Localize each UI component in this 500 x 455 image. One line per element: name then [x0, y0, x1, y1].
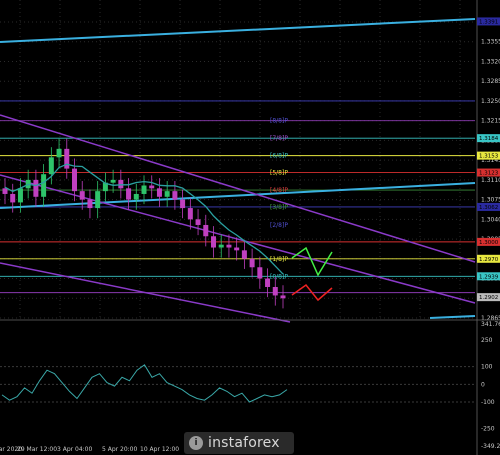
candle-body: [79, 191, 85, 200]
murray-label: [5/8]P: [270, 170, 288, 177]
y-tick-label: 1.3250: [481, 98, 500, 105]
cci-tick-label: 0: [481, 381, 485, 388]
cci-tick-label: -100: [481, 399, 495, 406]
candle-body: [149, 185, 155, 189]
price-label-text: 1.2939: [479, 274, 499, 280]
forecast-arrow-up: [291, 246, 333, 277]
insta-logo-icon: i: [189, 436, 203, 450]
cci-tick-label: 250: [481, 337, 493, 344]
murray-label: [2/8]P: [270, 222, 288, 229]
candle-body: [33, 179, 39, 197]
cci-line: [1, 364, 288, 403]
y-tick-label: 1.3040: [481, 216, 500, 223]
candle-body: [133, 193, 139, 200]
candle-body: [218, 244, 224, 248]
candle-body: [110, 179, 116, 183]
chart-root: [8/8]P [7/8]P [6/8]P [5/8]P [4/8]P [3/8]P [2/8…: [0, 0, 500, 455]
price-chart: [8/8]P[7/8]P[6/8]P[5/8]P[4/8]P[3/8]P[2/8…: [0, 0, 500, 455]
price-label-text: 1.3000: [479, 240, 499, 246]
candle-body: [141, 185, 147, 194]
regression-line: [0, 174, 476, 304]
price-label-text: 1.3123: [479, 171, 499, 177]
watermark-text: instaforex: [208, 435, 280, 451]
candle-body: [172, 191, 178, 200]
candle-body: [241, 250, 247, 259]
candle-body: [203, 224, 209, 237]
candle-body: [234, 247, 240, 251]
candle-body: [226, 244, 232, 248]
murray-label: [0/8]P: [270, 273, 288, 280]
y-tick-label: 1.3285: [481, 78, 500, 85]
murray-label: [7/8]P: [270, 135, 288, 142]
regression-line: [0, 114, 476, 263]
price-label-text: 1.3062: [479, 205, 498, 211]
candle-body: [41, 174, 47, 197]
murray-label: [3/8]P: [270, 204, 288, 211]
candle-body: [211, 236, 216, 248]
trend-channel-line: [0, 18, 476, 43]
candle-body: [48, 157, 54, 175]
candle-body: [249, 258, 255, 268]
y-tick-label: 1.3215: [481, 118, 500, 125]
candle-body: [17, 188, 23, 203]
price-label-text: 1.3184: [479, 136, 499, 142]
candle-body: [180, 199, 186, 209]
candle-body: [280, 295, 286, 299]
murray-label: [8/8]P: [270, 118, 288, 125]
candle-body: [257, 267, 263, 279]
candle-body: [72, 168, 77, 192]
candle-body: [126, 188, 132, 200]
trend-channel-line: [0, 182, 476, 209]
price-label-text: 1.3153: [479, 154, 499, 160]
cci-tick-label: 341.7683: [481, 321, 500, 328]
price-label-text: 1.2902: [479, 295, 498, 301]
watermark-logo: i instaforex: [184, 432, 294, 454]
murray-label: [6/8]P: [270, 153, 288, 160]
watermark: i instaforex: [0, 428, 500, 455]
candle-body: [95, 191, 101, 209]
candle-body: [187, 208, 193, 220]
price-label-text: 1.2970: [479, 257, 499, 263]
candle-body: [164, 191, 170, 197]
candle-body: [56, 148, 62, 158]
y-tick-label: 1.3110: [481, 177, 500, 184]
candle-body: [272, 286, 278, 296]
cci-tick-label: 100: [481, 364, 493, 371]
candle-body: [10, 193, 16, 203]
candle-body: [118, 179, 124, 189]
candle-body: [2, 188, 8, 194]
candle-body: [156, 188, 162, 197]
candle-body: [195, 219, 201, 225]
y-tick-label: 1.3075: [481, 197, 500, 204]
y-tick-label: 1.3355: [481, 39, 500, 46]
murray-label: [1/8]P: [270, 256, 288, 263]
candle-body: [265, 278, 271, 287]
price-label-text: 1.3391: [479, 19, 498, 25]
candle-body: [87, 199, 93, 209]
y-tick-label: 1.3320: [481, 58, 500, 65]
